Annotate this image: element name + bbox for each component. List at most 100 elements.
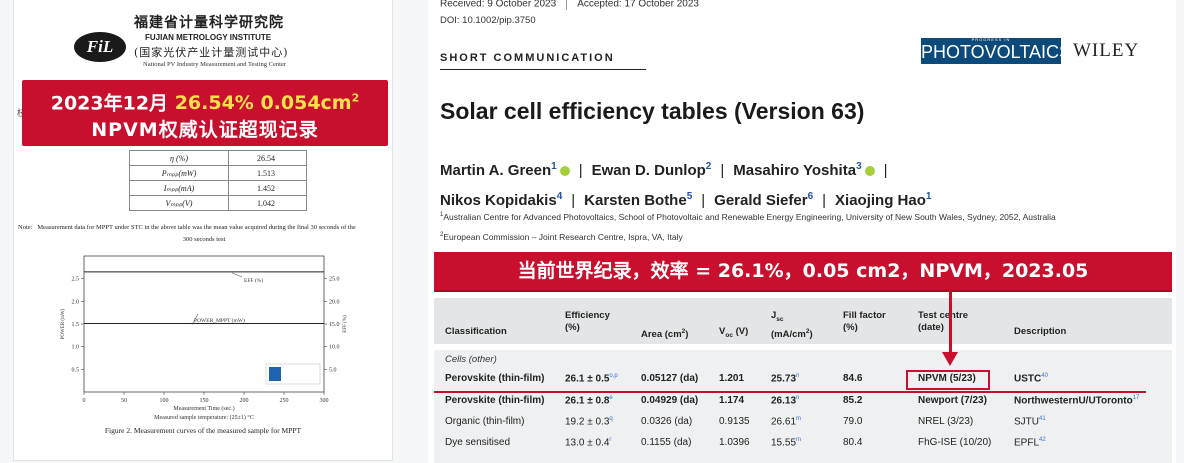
cell-area: 0.0326 (da) — [641, 416, 693, 427]
orcid-icon[interactable] — [559, 166, 570, 177]
mppt-chart: 0 50 100 150 200 250 300 0.5 1.0 1.5 2.0 2.5 5.0 10.0… — [54, 250, 354, 421]
header-area: Area (cm2) — [641, 328, 689, 341]
cell-centre: Newport (7/23) — [918, 395, 987, 406]
cell-ref-mark: 17 — [1132, 395, 1140, 401]
author-separator: | — [578, 162, 583, 179]
author-list: Martin A. Green1 | Ewan D. Dunlop2 | Masahir… — [440, 154, 1170, 214]
x-axis-subtitle: Measured sample temperature: (25±1) °C — [154, 415, 254, 421]
cell-centre: FhG-ISE (10/20) — [918, 437, 992, 448]
table-row: Dye sensitised 13.0 ± 0.4r 0.1155 (da) 1.03… — [434, 433, 1172, 454]
cell-ref-mark: n — [796, 395, 800, 401]
highlight-box-npvm — [906, 370, 990, 390]
author-name[interactable]: Karsten Bothe — [584, 192, 687, 209]
cell-ref-mark: q — [609, 416, 613, 422]
y-tick-label: 1.5 — [72, 322, 80, 328]
author-name[interactable]: Nikos Kopidakis — [440, 192, 557, 209]
header-jsc-unit: (mA/cm — [771, 329, 806, 341]
article-dates: Received: 9 October 2023 Accepted: 17 Oct… — [440, 0, 699, 10]
author-name[interactable]: Masahiro Yoshita — [733, 162, 856, 179]
x-tick-label: 250 — [280, 398, 289, 404]
y-tick-label: 1.0 — [72, 345, 80, 351]
fil-logo: FiL — [74, 32, 126, 62]
y-tick-label: 0.5 — [72, 367, 80, 373]
note-text2: 300 seconds test — [182, 236, 226, 243]
cell-ref-mark: 42 — [1039, 437, 1046, 443]
author-affiliation-mark: 3 — [856, 161, 862, 172]
cell-ff: 79.0 — [843, 416, 863, 427]
x-tick-label: 100 — [160, 398, 169, 404]
publisher-logo: WILEY — [1073, 40, 1140, 61]
cell-description: SJTU41 — [1014, 416, 1046, 428]
author-separator: | — [720, 162, 725, 179]
cell-ref-mark: m — [796, 437, 802, 443]
cell-efficiency: 26.1 ± 0.8e — [565, 395, 613, 407]
section-label: SHORT COMMUNICATION — [440, 52, 615, 64]
mppt-table-row: η (%) 26.54 — [129, 150, 307, 166]
record-banner-line2: NPVM权威认证超现记录 — [91, 119, 319, 142]
screenshot: FiL 福建省计量科学研究院 FUJIAN METROLOGY INSTITUT… — [0, 0, 1184, 463]
cell-voc: 1.174 — [719, 395, 745, 406]
cell-efficiency: 13.0 ± 0.4r — [565, 437, 612, 449]
author-name[interactable]: Martin A. Green — [440, 162, 551, 179]
world-record-banner-border — [434, 290, 1172, 292]
author-separator: | — [701, 192, 706, 209]
y2-tick-label: 5.0 — [329, 367, 337, 373]
mppt-results-table: η (%) 26.54 Pₘₚₚ(mW) 1.513 Iₘₚₚ(mA) 1.452 Vₘₚₚ… — [129, 150, 307, 211]
mppt-param: η (%) — [129, 150, 229, 166]
cell-ff: 84.6 — [843, 373, 863, 384]
x-tick-label: 200 — [240, 398, 249, 404]
header-test-centre-text: Test centre — [918, 310, 968, 321]
x-tick-label: 150 — [200, 398, 209, 404]
cell-jsc: 26.13n — [771, 395, 800, 407]
author-separator: | — [883, 162, 888, 179]
header-jsc-sup: 2 — [805, 327, 810, 335]
cell-voc: 1.201 — [719, 373, 745, 384]
date-separator — [566, 0, 568, 10]
doi[interactable]: DOI: 10.1002/pip.3750 — [440, 15, 536, 26]
cell-classification: Dye sensitised — [445, 437, 511, 448]
cell-description: USTC40 — [1014, 373, 1048, 385]
header-efficiency-text: Efficiency — [565, 310, 610, 321]
efficiency-tables-paper: Received: 9 October 2023 Accepted: 17 Oct… — [428, 0, 1176, 463]
header-classification: Classification — [445, 326, 507, 337]
author-name[interactable]: Xiaojing Hao — [835, 192, 926, 209]
author-name[interactable]: Ewan D. Dunlop — [592, 162, 706, 179]
mppt-param: Pₘₚₚ(mW) — [129, 165, 229, 181]
mppt-table-row: Pₘₚₚ(mW) 1.513 — [129, 165, 307, 181]
cell-classification: Organic (thin-film) — [445, 416, 525, 427]
header-jsc: Jsc (mA/cm2) — [771, 310, 813, 341]
banner-highlight-sup: 2 — [351, 92, 360, 105]
x-tick-label: 300 — [320, 398, 329, 404]
header-test-centre: Test centre (date) — [918, 310, 968, 334]
cell-ref-mark: o,p — [609, 373, 618, 379]
table-row: Perovskite (thin-film) 26.1 ± 0.8e 0.04929… — [434, 391, 1172, 412]
author-name[interactable]: Gerald Siefer — [714, 192, 807, 209]
y2-tick-label: 20.0 — [329, 299, 340, 305]
y2-axis-title: EFF (%) — [343, 315, 348, 333]
author-separator: | — [571, 192, 576, 209]
note-label: Note: — [18, 224, 33, 231]
eff-series-label: EFF (%) — [244, 277, 263, 284]
note-text: Measurement data for MPPT under STC in t… — [37, 224, 356, 231]
cell-efficiency: 26.1 ± 0.5o,p — [565, 373, 618, 385]
x-axis-title: Measurement Time (sec.) — [173, 405, 234, 412]
org-subname-en: National PV Industry Measurement and Tes… — [143, 61, 286, 68]
institute-stamp-icon — [269, 367, 281, 381]
author-separator: | — [822, 192, 827, 209]
cell-ref-mark: m — [796, 416, 802, 422]
cell-jsc: 15.55m — [771, 437, 802, 449]
cell-ff: 80.4 — [843, 437, 863, 448]
record-banner-line1: 2023年12月 26.54% 0.054cm2 — [22, 86, 388, 116]
table-row: Organic (thin-film) 19.2 ± 0.3q 0.0326 (da… — [434, 412, 1172, 433]
header-test-centre-unit: (date) — [918, 322, 944, 333]
y2-tick-label: 10.0 — [329, 345, 340, 351]
cell-classification: Perovskite (thin-film) — [445, 373, 545, 384]
power-series-label: POWER_MPPT (mW) — [194, 317, 245, 324]
paper-title: Solar cell efficiency tables (Version 63… — [440, 98, 865, 124]
orcid-icon[interactable] — [864, 166, 875, 177]
cell-efficiency: 19.2 ± 0.3q — [565, 416, 613, 428]
highlight-underline — [434, 391, 1146, 393]
accepted-date: Accepted: 17 October 2023 — [577, 0, 699, 10]
cell-voc: 0.9135 — [719, 416, 750, 427]
mppt-value: 1.042 — [228, 195, 307, 211]
